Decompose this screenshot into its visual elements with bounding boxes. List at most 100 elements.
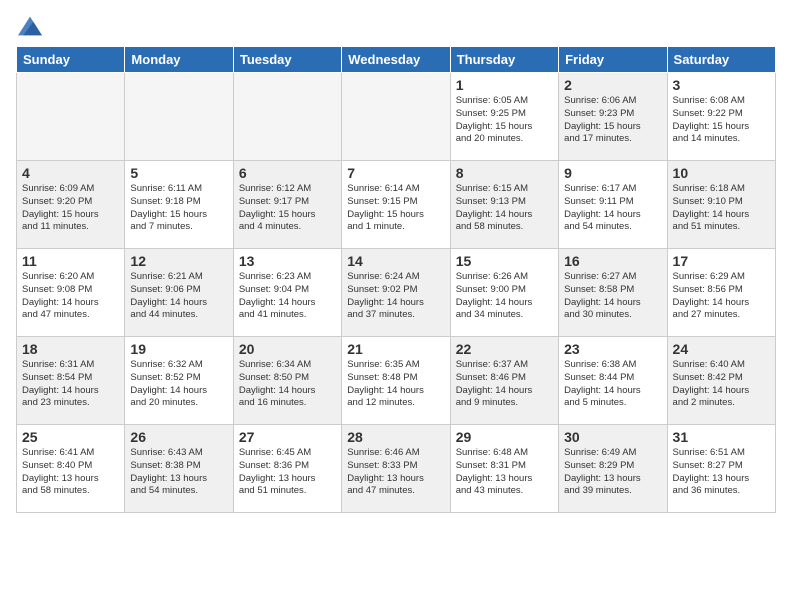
- calendar-day-cell: 5 Sunrise: 6:11 AM Sunset: 9:18 PM Daylig…: [125, 161, 233, 249]
- calendar-day-cell: 3 Sunrise: 6:08 AM Sunset: 9:22 PM Daylig…: [667, 73, 775, 161]
- day-number: 10: [673, 165, 770, 181]
- calendar-week-row: 25Sunrise: 6:41 AM Sunset: 8:40 PM Dayli…: [17, 425, 776, 513]
- calendar-day-cell: [17, 73, 125, 161]
- calendar-day-cell: 17 Sunrise: 6:29 AM Sunset: 8:56 PM Dayli…: [667, 249, 775, 337]
- day-number: 15: [456, 253, 553, 269]
- day-info: Sunrise: 6:14 AM Sunset: 9:15 PM Dayligh…: [347, 183, 444, 234]
- day-number: 20: [239, 341, 336, 357]
- calendar-day-cell: 15 Sunrise: 6:26 AM Sunset: 9:00 PM Dayli…: [450, 249, 558, 337]
- calendar-day-cell: 28 Sunrise: 6:46 AM Sunset: 8:33 PM Dayli…: [342, 425, 450, 513]
- weekday-header: Tuesday: [233, 47, 341, 73]
- day-info: Sunrise: 6:48 AM Sunset: 8:31 PM Dayligh…: [456, 447, 553, 498]
- calendar-day-cell: 11 Sunrise: 6:20 AM Sunset: 9:08 PM Dayli…: [17, 249, 125, 337]
- calendar-day-cell: 4Sunrise: 6:09 AM Sunset: 9:20 PM Daylig…: [17, 161, 125, 249]
- day-number: 21: [347, 341, 444, 357]
- day-info: Sunrise: 6:20 AM Sunset: 9:08 PM Dayligh…: [22, 271, 119, 322]
- day-info: Sunrise: 6:05 AM Sunset: 9:25 PM Dayligh…: [456, 95, 553, 146]
- calendar-day-cell: 9 Sunrise: 6:17 AM Sunset: 9:11 PM Daylig…: [559, 161, 667, 249]
- day-number: 18: [22, 341, 119, 357]
- day-info: Sunrise: 6:40 AM Sunset: 8:42 PM Dayligh…: [673, 359, 770, 410]
- day-number: 22: [456, 341, 553, 357]
- logo: [16, 16, 42, 36]
- calendar-day-cell: [125, 73, 233, 161]
- calendar-day-cell: 19 Sunrise: 6:32 AM Sunset: 8:52 PM Dayli…: [125, 337, 233, 425]
- day-info: Sunrise: 6:51 AM Sunset: 8:27 PM Dayligh…: [673, 447, 770, 498]
- calendar-day-cell: [233, 73, 341, 161]
- weekday-header: Friday: [559, 47, 667, 73]
- day-info: Sunrise: 6:15 AM Sunset: 9:13 PM Dayligh…: [456, 183, 553, 234]
- logo-icon: [18, 16, 42, 36]
- day-number: 6: [239, 165, 336, 181]
- day-info: Sunrise: 6:23 AM Sunset: 9:04 PM Dayligh…: [239, 271, 336, 322]
- day-number: 24: [673, 341, 770, 357]
- weekday-header: Thursday: [450, 47, 558, 73]
- calendar-day-cell: 30 Sunrise: 6:49 AM Sunset: 8:29 PM Dayli…: [559, 425, 667, 513]
- day-info: Sunrise: 6:11 AM Sunset: 9:18 PM Dayligh…: [130, 183, 227, 234]
- calendar-day-cell: 20Sunrise: 6:34 AM Sunset: 8:50 PM Dayli…: [233, 337, 341, 425]
- weekday-header: Saturday: [667, 47, 775, 73]
- day-number: 1: [456, 77, 553, 93]
- calendar-week-row: 18Sunrise: 6:31 AM Sunset: 8:54 PM Dayli…: [17, 337, 776, 425]
- day-number: 29: [456, 429, 553, 445]
- day-number: 12: [130, 253, 227, 269]
- calendar-day-cell: 1 Sunrise: 6:05 AM Sunset: 9:25 PM Daylig…: [450, 73, 558, 161]
- day-info: Sunrise: 6:46 AM Sunset: 8:33 PM Dayligh…: [347, 447, 444, 498]
- calendar-week-row: 11 Sunrise: 6:20 AM Sunset: 9:08 PM Dayli…: [17, 249, 776, 337]
- day-number: 8: [456, 165, 553, 181]
- day-number: 17: [673, 253, 770, 269]
- calendar-day-cell: 7Sunrise: 6:14 AM Sunset: 9:15 PM Daylig…: [342, 161, 450, 249]
- calendar-day-cell: 16 Sunrise: 6:27 AM Sunset: 8:58 PM Dayli…: [559, 249, 667, 337]
- day-number: 16: [564, 253, 661, 269]
- day-number: 13: [239, 253, 336, 269]
- day-info: Sunrise: 6:26 AM Sunset: 9:00 PM Dayligh…: [456, 271, 553, 322]
- day-number: 26: [130, 429, 227, 445]
- calendar-day-cell: 12 Sunrise: 6:21 AM Sunset: 9:06 PM Dayli…: [125, 249, 233, 337]
- day-number: 9: [564, 165, 661, 181]
- day-number: 3: [673, 77, 770, 93]
- calendar-day-cell: 27 Sunrise: 6:45 AM Sunset: 8:36 PM Dayli…: [233, 425, 341, 513]
- day-number: 2: [564, 77, 661, 93]
- day-number: 30: [564, 429, 661, 445]
- day-info: Sunrise: 6:08 AM Sunset: 9:22 PM Dayligh…: [673, 95, 770, 146]
- day-info: Sunrise: 6:21 AM Sunset: 9:06 PM Dayligh…: [130, 271, 227, 322]
- day-info: Sunrise: 6:38 AM Sunset: 8:44 PM Dayligh…: [564, 359, 661, 410]
- calendar-day-cell: 24 Sunrise: 6:40 AM Sunset: 8:42 PM Dayli…: [667, 337, 775, 425]
- day-info: Sunrise: 6:17 AM Sunset: 9:11 PM Dayligh…: [564, 183, 661, 234]
- day-number: 28: [347, 429, 444, 445]
- calendar-day-cell: 23Sunrise: 6:38 AM Sunset: 8:44 PM Dayli…: [559, 337, 667, 425]
- day-number: 14: [347, 253, 444, 269]
- calendar-day-cell: 21Sunrise: 6:35 AM Sunset: 8:48 PM Dayli…: [342, 337, 450, 425]
- day-number: 25: [22, 429, 119, 445]
- page-header: [16, 16, 776, 36]
- day-number: 31: [673, 429, 770, 445]
- day-info: Sunrise: 6:12 AM Sunset: 9:17 PM Dayligh…: [239, 183, 336, 234]
- day-info: Sunrise: 6:29 AM Sunset: 8:56 PM Dayligh…: [673, 271, 770, 322]
- calendar-week-row: 4Sunrise: 6:09 AM Sunset: 9:20 PM Daylig…: [17, 161, 776, 249]
- day-number: 11: [22, 253, 119, 269]
- calendar-day-cell: 26 Sunrise: 6:43 AM Sunset: 8:38 PM Dayli…: [125, 425, 233, 513]
- day-info: Sunrise: 6:43 AM Sunset: 8:38 PM Dayligh…: [130, 447, 227, 498]
- calendar-day-cell: 31 Sunrise: 6:51 AM Sunset: 8:27 PM Dayli…: [667, 425, 775, 513]
- weekday-header: Monday: [125, 47, 233, 73]
- calendar-day-cell: 6 Sunrise: 6:12 AM Sunset: 9:17 PM Daylig…: [233, 161, 341, 249]
- calendar-day-cell: 13 Sunrise: 6:23 AM Sunset: 9:04 PM Dayli…: [233, 249, 341, 337]
- calendar-day-cell: 2Sunrise: 6:06 AM Sunset: 9:23 PM Daylig…: [559, 73, 667, 161]
- day-info: Sunrise: 6:27 AM Sunset: 8:58 PM Dayligh…: [564, 271, 661, 322]
- calendar-day-cell: 10 Sunrise: 6:18 AM Sunset: 9:10 PM Dayli…: [667, 161, 775, 249]
- calendar-day-cell: 18Sunrise: 6:31 AM Sunset: 8:54 PM Dayli…: [17, 337, 125, 425]
- calendar-day-cell: 8 Sunrise: 6:15 AM Sunset: 9:13 PM Daylig…: [450, 161, 558, 249]
- calendar-day-cell: 25Sunrise: 6:41 AM Sunset: 8:40 PM Dayli…: [17, 425, 125, 513]
- day-number: 19: [130, 341, 227, 357]
- weekday-header: Sunday: [17, 47, 125, 73]
- day-number: 27: [239, 429, 336, 445]
- calendar-day-cell: 22Sunrise: 6:37 AM Sunset: 8:46 PM Dayli…: [450, 337, 558, 425]
- day-info: Sunrise: 6:49 AM Sunset: 8:29 PM Dayligh…: [564, 447, 661, 498]
- day-number: 5: [130, 165, 227, 181]
- day-info: Sunrise: 6:24 AM Sunset: 9:02 PM Dayligh…: [347, 271, 444, 322]
- weekday-header-row: SundayMondayTuesdayWednesdayThursdayFrid…: [17, 47, 776, 73]
- day-info: Sunrise: 6:18 AM Sunset: 9:10 PM Dayligh…: [673, 183, 770, 234]
- day-info: Sunrise: 6:09 AM Sunset: 9:20 PM Dayligh…: [22, 183, 119, 234]
- calendar-day-cell: 14 Sunrise: 6:24 AM Sunset: 9:02 PM Dayli…: [342, 249, 450, 337]
- day-info: Sunrise: 6:32 AM Sunset: 8:52 PM Dayligh…: [130, 359, 227, 410]
- day-info: Sunrise: 6:45 AM Sunset: 8:36 PM Dayligh…: [239, 447, 336, 498]
